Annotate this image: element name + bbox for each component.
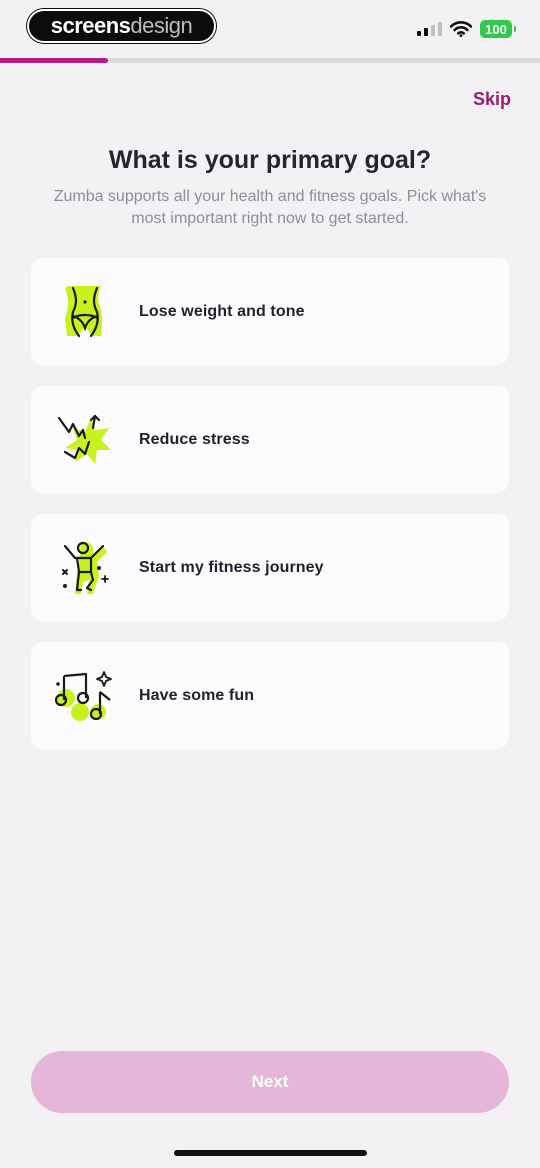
next-button[interactable]: Next [31,1051,509,1113]
stress-burst-icon [31,386,139,493]
music-notes-icon [31,642,139,749]
waist-icon [31,258,139,365]
goal-option-label: Have some fun [139,686,255,704]
brand-logo-text-2: design [130,13,193,38]
goal-option-label: Reduce stress [139,430,250,448]
goal-option-label: Lose weight and tone [139,302,305,320]
signal-icon [417,22,442,36]
wifi-icon [450,21,472,37]
goal-option-fitness-journey[interactable]: Start my fitness journey [31,514,509,621]
goal-option-have-fun[interactable]: Have some fun [31,642,509,749]
battery-icon: 100 [480,20,516,38]
progress-bar-fill [0,58,108,63]
home-indicator [174,1150,367,1156]
dancer-icon [31,514,139,621]
status-bar: screens design 100 [0,0,540,56]
goal-options: Lose weight and tone Reduce stress Start [31,258,509,749]
battery-level: 100 [485,21,507,37]
skip-button[interactable]: Skip [473,89,511,110]
progress-bar [0,58,540,63]
page-title: What is your primary goal? [108,146,432,174]
brand-logo-text-1: screens [50,13,131,38]
goal-option-reduce-stress[interactable]: Reduce stress [31,386,509,493]
goal-option-lose-weight[interactable]: Lose weight and tone [31,258,509,365]
goal-option-label: Start my fitness journey [139,558,324,576]
page-subtitle: Zumba supports all your health and fitne… [53,188,487,227]
status-icons: 100 [417,18,516,40]
brand-logo: screens design [27,9,216,43]
